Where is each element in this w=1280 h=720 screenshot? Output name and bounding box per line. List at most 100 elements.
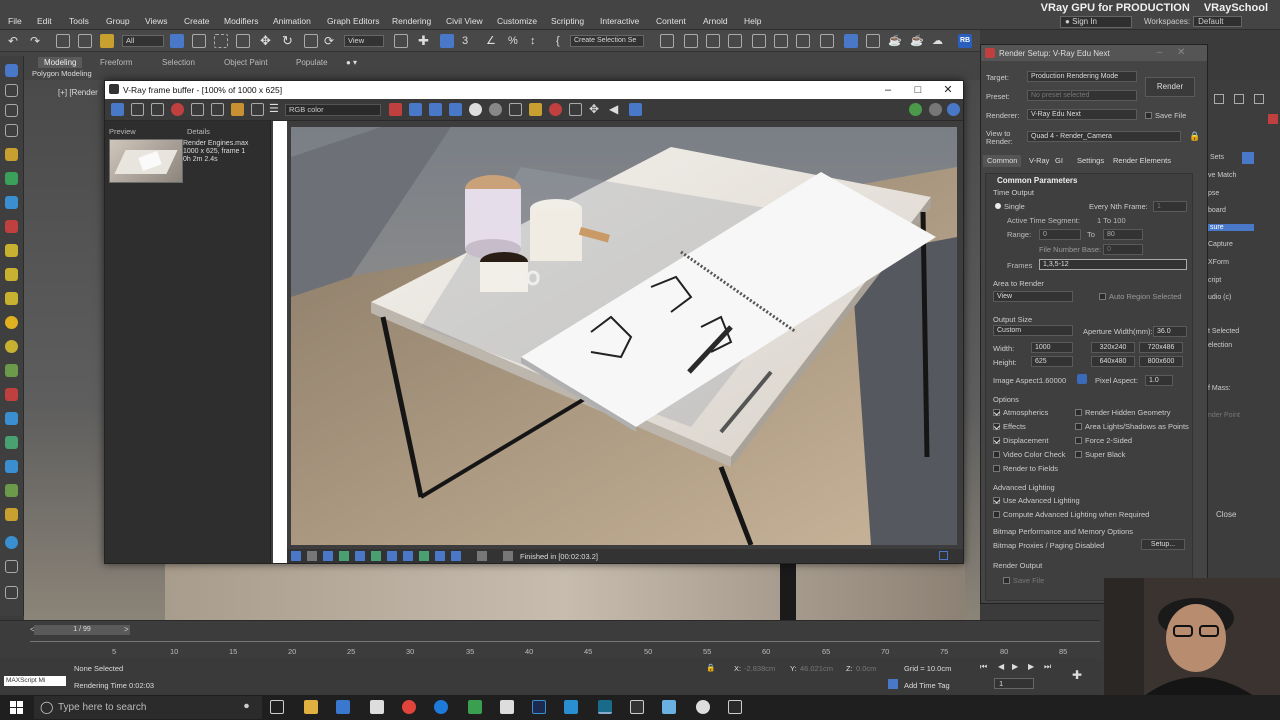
- goto-start-icon[interactable]: ⏮: [980, 662, 987, 672]
- dock-icon-1[interactable]: [1214, 94, 1224, 104]
- menu-create[interactable]: Create: [184, 16, 210, 26]
- compute-advanced-lighting-checkbox[interactable]: Compute Advanced Lighting when Required: [993, 510, 1149, 519]
- dock-item-1[interactable]: ve Match: [1208, 172, 1236, 179]
- unlink-icon[interactable]: [78, 34, 92, 48]
- dock-item-9[interactable]: t Selected: [1208, 328, 1239, 335]
- status-icon-7[interactable]: [387, 551, 397, 561]
- dock-item-10[interactable]: election: [1208, 342, 1232, 349]
- save-file-output-checkbox[interactable]: Save File: [1003, 576, 1044, 585]
- file-number-base-input[interactable]: 0: [1103, 244, 1143, 255]
- lens-effects-icon[interactable]: [231, 103, 244, 116]
- render-production-icon[interactable]: ☕: [888, 34, 902, 48]
- option-atmospherics[interactable]: Atmospherics: [993, 408, 1048, 417]
- current-frame-input[interactable]: 1: [994, 678, 1034, 689]
- maximize-viewport-icon[interactable]: ✚: [1072, 668, 1082, 682]
- dock-item-11[interactable]: f Mass:: [1208, 385, 1231, 392]
- option-area-lights-as-points[interactable]: Area Lights/Shadows as Points: [1075, 422, 1189, 431]
- dock-icon-3[interactable]: [1254, 94, 1264, 104]
- dock-item-2[interactable]: pse: [1208, 190, 1219, 197]
- preset-size-800x600[interactable]: 800x600: [1139, 356, 1183, 367]
- dock-item-0[interactable]: Sets: [1210, 154, 1224, 161]
- menu-graph-editors[interactable]: Graph Editors: [327, 16, 379, 26]
- rectangular-selection-icon[interactable]: [214, 34, 228, 48]
- hierarchy-panel-icon[interactable]: [5, 104, 18, 117]
- render-button[interactable]: Render: [1145, 77, 1195, 97]
- viewport-label[interactable]: [+] [Render: [58, 88, 98, 97]
- sphere-icon[interactable]: [5, 244, 18, 257]
- proxy-icon[interactable]: [5, 412, 18, 425]
- scatter-icon[interactable]: [5, 436, 18, 449]
- status-icon-6[interactable]: [371, 551, 381, 561]
- cylinder-icon[interactable]: [5, 292, 18, 305]
- red-channel-icon[interactable]: [409, 103, 422, 116]
- preset-size-640x480[interactable]: 640x480: [1091, 356, 1135, 367]
- align-icon[interactable]: [684, 34, 698, 48]
- fur-icon[interactable]: [5, 460, 18, 473]
- follow-mouse-icon[interactable]: [629, 103, 642, 116]
- ribbon-tab-selection[interactable]: Selection: [162, 58, 195, 67]
- motion-panel-icon[interactable]: [5, 124, 18, 137]
- 3ds-max-icon[interactable]: [598, 700, 612, 714]
- status-icon-11[interactable]: [451, 551, 461, 561]
- menu-content[interactable]: Content: [656, 16, 686, 26]
- load-image-icon[interactable]: [151, 103, 164, 116]
- menu-tools[interactable]: Tools: [69, 16, 89, 26]
- mirror-icon[interactable]: [660, 34, 674, 48]
- light-icon[interactable]: [5, 148, 18, 161]
- option-video-color-check[interactable]: Video Color Check: [993, 450, 1065, 459]
- edit-named-selection-icon[interactable]: {: [556, 34, 570, 48]
- keyboard-shortcut-override-icon[interactable]: [440, 34, 454, 48]
- rendered-frame-window-icon[interactable]: [866, 34, 880, 48]
- status-icon-4[interactable]: [339, 551, 349, 561]
- layer-explorer-icon[interactable]: [728, 34, 742, 48]
- stats-icon[interactable]: [251, 103, 264, 116]
- alpha-channel-icon[interactable]: [469, 103, 482, 116]
- status-icon-12[interactable]: [477, 551, 487, 561]
- material-editor-icon[interactable]: [820, 34, 834, 48]
- tab-gi[interactable]: GI: [1051, 155, 1067, 167]
- scale-icon[interactable]: [304, 34, 318, 48]
- minimize-icon[interactable]: –: [881, 83, 895, 97]
- status-icon-5[interactable]: [355, 551, 365, 561]
- aspect-lock-icon[interactable]: [1077, 374, 1087, 384]
- app-icon-dark[interactable]: [630, 700, 644, 714]
- window-crossing-icon[interactable]: [236, 34, 250, 48]
- maxscript-listener[interactable]: MAXScript Mi: [4, 676, 66, 686]
- bind-space-warp-icon[interactable]: [100, 34, 114, 48]
- plane-icon[interactable]: [5, 484, 18, 497]
- lock-selection-icon[interactable]: 🔒: [706, 663, 715, 672]
- tab-render-elements[interactable]: Render Elements: [1109, 155, 1175, 167]
- next-frame-icon[interactable]: ▶: [1028, 662, 1034, 671]
- move-icon[interactable]: ✥: [260, 34, 274, 48]
- auto-region-checkbox[interactable]: Auto Region Selected: [1099, 292, 1182, 301]
- microphone-icon[interactable]: ⏺: [244, 701, 249, 712]
- select-by-name-icon[interactable]: [192, 34, 206, 48]
- dock-item-5[interactable]: Capture: [1208, 241, 1233, 248]
- app-icon-blue[interactable]: [564, 700, 578, 714]
- app-icon-light-blue[interactable]: [662, 700, 676, 714]
- sun-icon[interactable]: [5, 316, 18, 329]
- status-icon-1[interactable]: [291, 551, 301, 561]
- timeline-next-icon[interactable]: >: [124, 625, 129, 634]
- pixel-aspect-input[interactable]: 1.0: [1145, 375, 1173, 386]
- maximize-icon[interactable]: □: [911, 83, 925, 97]
- render-in-cloud-icon[interactable]: ☁: [932, 34, 946, 48]
- dock-item-6[interactable]: XForm: [1208, 259, 1229, 266]
- time-tag-icon[interactable]: [888, 679, 898, 689]
- link-icon[interactable]: [56, 34, 70, 48]
- status-icon-13[interactable]: [503, 551, 513, 561]
- scene-explorer-icon[interactable]: [706, 34, 720, 48]
- select-manipulate-icon[interactable]: ✚: [418, 34, 432, 48]
- ribbon-tab-freeform[interactable]: Freeform: [100, 58, 132, 67]
- render-setup-icon[interactable]: [844, 34, 858, 48]
- preset-dropdown[interactable]: No preset selected: [1027, 90, 1137, 101]
- blue-channel-icon[interactable]: [449, 103, 462, 116]
- image-aspect-value[interactable]: 1.60000: [1039, 376, 1066, 385]
- dock-icon-4[interactable]: [1268, 114, 1278, 124]
- angle-snap-icon[interactable]: ∠: [486, 34, 500, 48]
- curve-editor-icon[interactable]: [774, 34, 788, 48]
- width-input[interactable]: 1000: [1031, 342, 1073, 353]
- camera-icon[interactable]: [5, 172, 18, 185]
- select-object-icon[interactable]: [170, 34, 184, 48]
- option-super-black[interactable]: Super Black: [1075, 450, 1125, 459]
